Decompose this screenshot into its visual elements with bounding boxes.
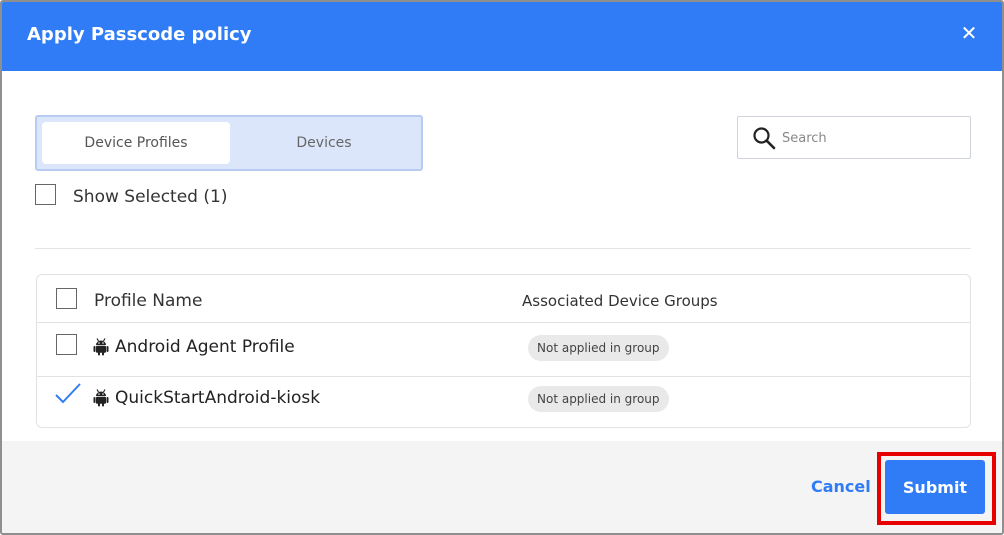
group-status-badge: Not applied in group: [528, 386, 669, 412]
cancel-button[interactable]: Cancel: [811, 477, 871, 496]
column-header-associated-groups: Associated Device Groups: [522, 292, 718, 310]
view-toggle-tabs: Device Profiles Devices: [35, 115, 423, 171]
tab-devices[interactable]: Devices: [231, 122, 417, 164]
android-icon: [93, 389, 109, 407]
profiles-table: Profile Name Associated Device Groups An…: [36, 274, 971, 428]
profile-name: QuickStartAndroid-kiosk: [115, 388, 321, 408]
search-icon: [753, 127, 776, 150]
dialog-title: Apply Passcode policy: [27, 24, 252, 45]
dialog-header: Apply Passcode policy ✕: [2, 2, 1002, 71]
close-icon[interactable]: ✕: [957, 20, 981, 46]
search-input[interactable]: [782, 125, 962, 151]
show-selected-label: Show Selected (1): [73, 187, 228, 207]
row-divider: [37, 376, 970, 377]
group-status-badge: Not applied in group: [528, 335, 669, 361]
tab-device-profiles[interactable]: Device Profiles: [42, 122, 230, 164]
column-header-profile-name: Profile Name: [94, 291, 203, 311]
android-icon: [93, 338, 109, 356]
show-selected-checkbox[interactable]: [35, 184, 56, 205]
row-divider: [37, 322, 970, 323]
apply-policy-dialog: Apply Passcode policy ✕ Device Profiles …: [0, 0, 1004, 535]
select-all-checkbox[interactable]: [56, 288, 77, 309]
row-checkbox[interactable]: [56, 334, 77, 355]
checkmark-icon[interactable]: [54, 381, 82, 405]
search-box: [737, 116, 971, 159]
section-divider: [35, 248, 971, 249]
profile-name: Android Agent Profile: [115, 337, 295, 357]
submit-button[interactable]: Submit: [885, 460, 985, 514]
